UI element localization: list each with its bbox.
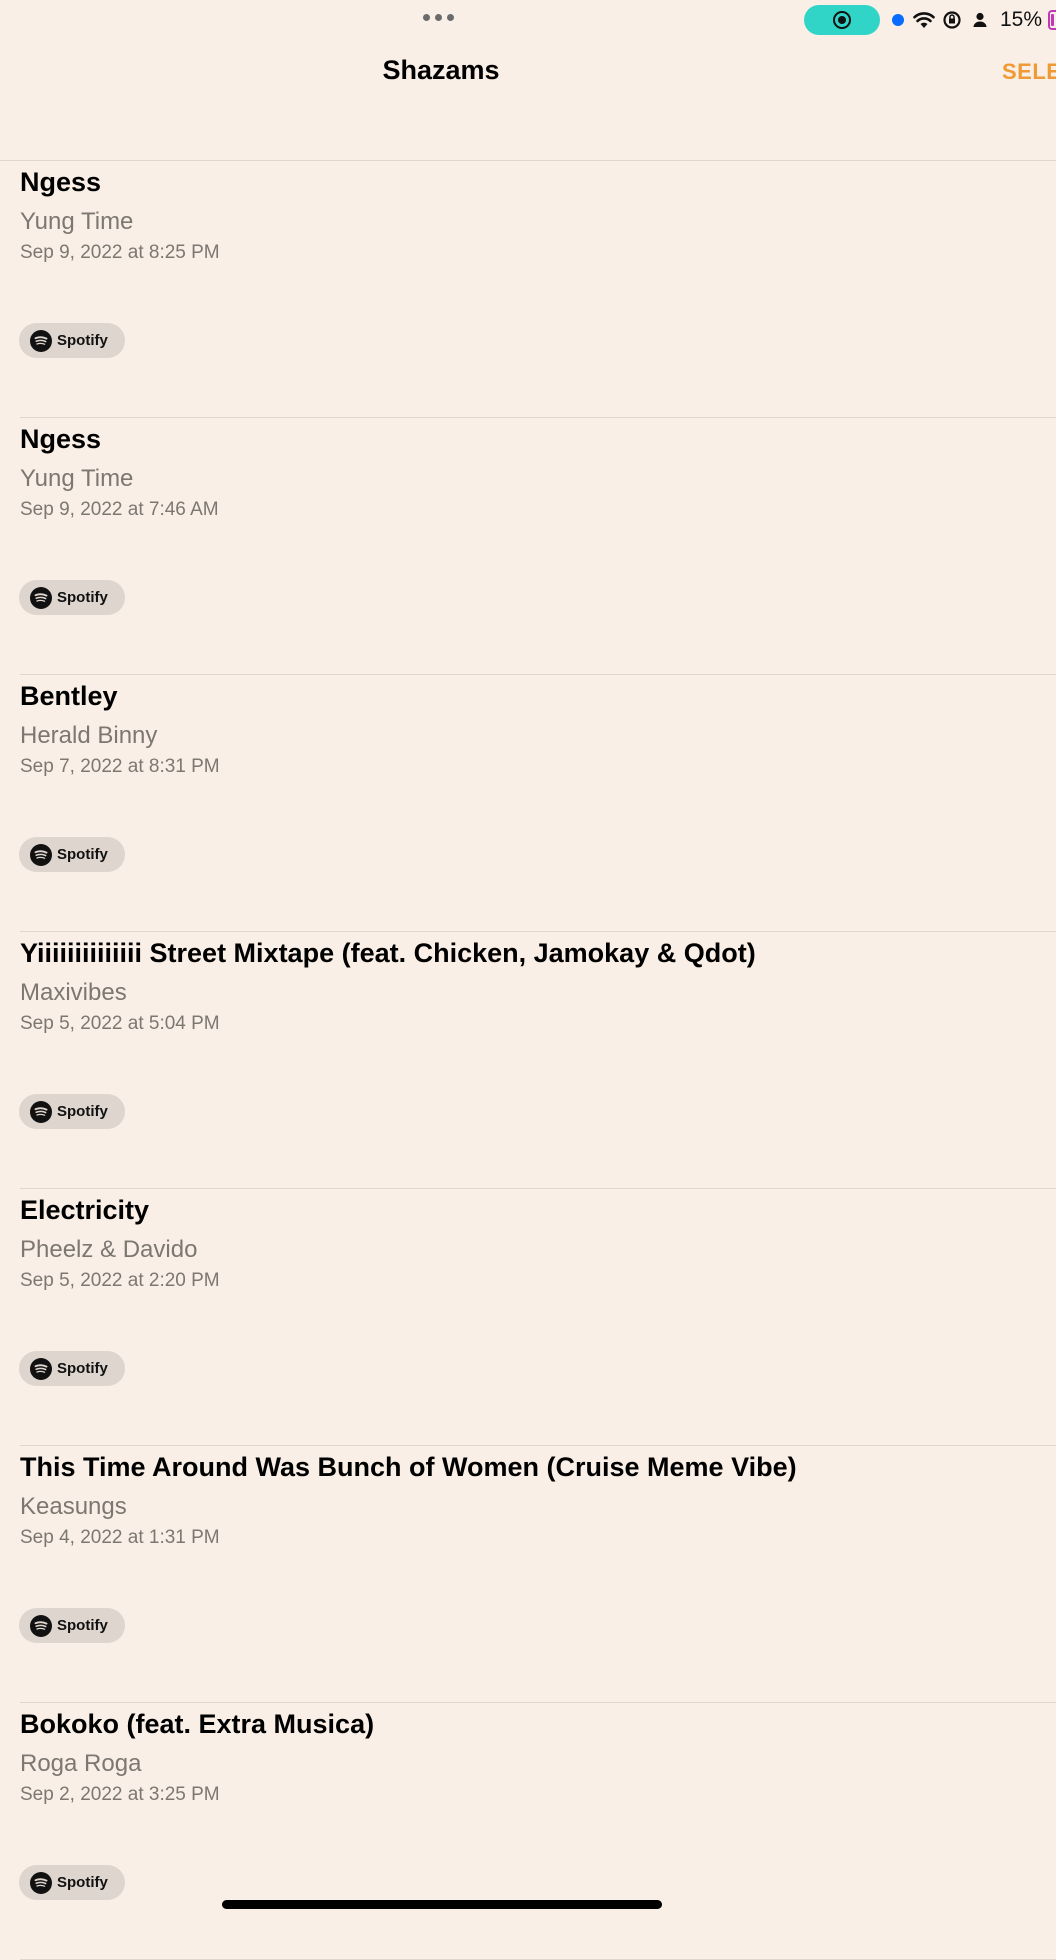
list-item[interactable]: Ngess Yung Time Sep 9, 2022 at 7:46 AM Spot… bbox=[0, 418, 1056, 675]
artist-name: Keasungs bbox=[20, 1493, 127, 1520]
shazam-list: Ngess Yung Time Sep 9, 2022 at 8:25 PM Spot… bbox=[0, 161, 1056, 1960]
status-indicators: 15% bbox=[803, 4, 1056, 36]
spotify-label: Spotify bbox=[57, 1874, 108, 1891]
spotify-icon bbox=[30, 586, 52, 609]
list-item[interactable]: Yiiiiiiiiiiiiii Street Mixtape (feat. Ch… bbox=[0, 932, 1056, 1189]
status-bar: 15% bbox=[0, 0, 1056, 40]
spotify-icon bbox=[30, 1357, 52, 1380]
song-title: Ngess bbox=[20, 424, 102, 454]
screen-recording-indicator[interactable] bbox=[803, 5, 880, 35]
shazam-date: Sep 4, 2022 at 1:31 PM bbox=[20, 1527, 220, 1548]
multitasking-handle[interactable] bbox=[423, 14, 454, 21]
spotify-icon bbox=[30, 329, 52, 352]
artist-name: Herald Binny bbox=[20, 722, 158, 749]
open-in-spotify-button[interactable]: Spotify bbox=[19, 1865, 125, 1900]
song-title: Bokoko (feat. Extra Musica) bbox=[20, 1709, 375, 1739]
open-in-spotify-button[interactable]: Spotify bbox=[19, 323, 125, 358]
spotify-label: Spotify bbox=[57, 1360, 108, 1377]
spotify-label: Spotify bbox=[57, 1103, 108, 1120]
spotify-label: Spotify bbox=[57, 589, 108, 606]
list-item[interactable]: Ngess Yung Time Sep 9, 2022 at 8:25 PM Spot… bbox=[0, 161, 1056, 418]
shazam-date: Sep 5, 2022 at 2:20 PM bbox=[20, 1270, 220, 1291]
artist-name: Yung Time bbox=[20, 208, 134, 235]
open-in-spotify-button[interactable]: Spotify bbox=[19, 580, 125, 615]
shazam-date: Sep 2, 2022 at 3:25 PM bbox=[20, 1784, 220, 1805]
select-button[interactable]: SELE bbox=[1002, 59, 1056, 85]
spotify-label: Spotify bbox=[57, 332, 108, 349]
song-title: Electricity bbox=[20, 1195, 150, 1225]
battery-percentage: 15% bbox=[999, 8, 1042, 31]
list-item[interactable]: Bentley Herald Binny Sep 7, 2022 at 8:31 P… bbox=[0, 675, 1056, 932]
list-item[interactable]: Electricity Pheelz & Davido Sep 5, 2022 at… bbox=[0, 1189, 1056, 1446]
artist-name: Maxivibes bbox=[20, 979, 127, 1006]
shazam-date: Sep 9, 2022 at 7:46 AM bbox=[20, 499, 219, 520]
list-item[interactable]: This Time Around Was Bunch of Women (Cru… bbox=[0, 1446, 1056, 1703]
artist-name: Yung Time bbox=[20, 465, 134, 492]
list-item[interactable]: Bokoko (feat. Extra Musica) Roga Roga Sep … bbox=[0, 1703, 1056, 1960]
shazam-date: Sep 9, 2022 at 8:25 PM bbox=[20, 242, 220, 263]
open-in-spotify-button[interactable]: Spotify bbox=[19, 837, 125, 872]
song-title: Yiiiiiiiiiiiiii Street Mixtape (feat. Ch… bbox=[20, 938, 756, 968]
spotify-label: Spotify bbox=[57, 1617, 108, 1634]
song-title: This Time Around Was Bunch of Women (Cru… bbox=[20, 1452, 797, 1482]
spotify-icon bbox=[30, 1100, 52, 1123]
open-in-spotify-button[interactable]: Spotify bbox=[19, 1608, 125, 1643]
spotify-icon bbox=[30, 1871, 52, 1894]
record-icon bbox=[832, 11, 851, 29]
spotify-label: Spotify bbox=[57, 846, 108, 863]
battery-icon bbox=[1048, 10, 1056, 30]
home-indicator[interactable] bbox=[222, 1900, 662, 1909]
open-in-spotify-button[interactable]: Spotify bbox=[19, 1094, 125, 1129]
song-title: Ngess bbox=[20, 167, 102, 197]
location-dot-icon bbox=[891, 14, 904, 26]
orientation-lock-icon bbox=[940, 8, 964, 32]
artist-name: Pheelz & Davido bbox=[20, 1236, 198, 1263]
person-icon bbox=[968, 8, 992, 32]
spotify-icon bbox=[30, 1614, 52, 1637]
wifi-icon bbox=[912, 8, 936, 32]
shazam-date: Sep 7, 2022 at 8:31 PM bbox=[20, 756, 220, 777]
page-title: Shazams bbox=[382, 55, 500, 85]
song-title: Bentley bbox=[20, 681, 118, 711]
open-in-spotify-button[interactable]: Spotify bbox=[19, 1351, 125, 1386]
spotify-icon bbox=[30, 843, 52, 866]
artist-name: Roga Roga bbox=[20, 1750, 142, 1777]
shazam-date: Sep 5, 2022 at 5:04 PM bbox=[20, 1013, 220, 1034]
